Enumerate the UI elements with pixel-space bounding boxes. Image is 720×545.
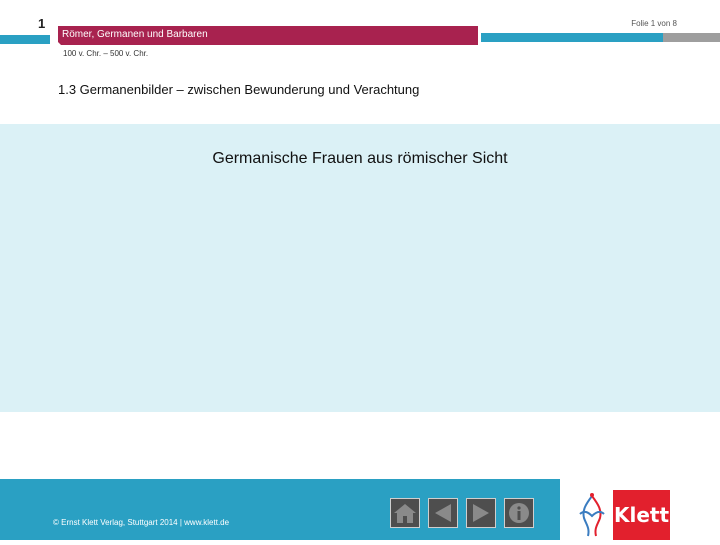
klett-emblem-icon xyxy=(579,493,605,537)
back-arrow-icon xyxy=(435,504,451,522)
klett-emblem xyxy=(570,490,613,540)
home-button[interactable] xyxy=(390,498,420,528)
info-button[interactable] xyxy=(504,498,534,528)
slide-counter: Folie 1 von 8 xyxy=(631,19,677,28)
right-grey-bar xyxy=(663,33,720,42)
content-title: Germanische Frauen aus römischer Sicht xyxy=(212,150,508,167)
section-title: 1.3 Germanenbilder – zwischen Bewunderun… xyxy=(58,82,420,97)
copyright-text: © Ernst Klett Verlag, Stuttgart 2014 | w… xyxy=(53,518,230,527)
info-icon xyxy=(509,503,529,523)
logo-text: Klett xyxy=(613,503,670,527)
slide-number: 1 xyxy=(38,16,46,31)
right-accent-bar xyxy=(481,33,663,42)
home-icon xyxy=(394,504,416,523)
date-range: 100 v. Chr. – 500 v. Chr. xyxy=(63,49,149,58)
left-accent-bar xyxy=(0,35,50,44)
forward-arrow-icon xyxy=(473,504,489,522)
klett-logo[interactable]: Klett xyxy=(570,490,670,540)
content-panel: Germanische Frauen aus römischer Sicht xyxy=(0,124,720,412)
forward-button[interactable] xyxy=(466,498,496,528)
klett-wordmark: Klett xyxy=(613,490,670,540)
chapter-title: Römer, Germanen und Barbaren xyxy=(62,29,208,40)
back-button[interactable] xyxy=(428,498,458,528)
